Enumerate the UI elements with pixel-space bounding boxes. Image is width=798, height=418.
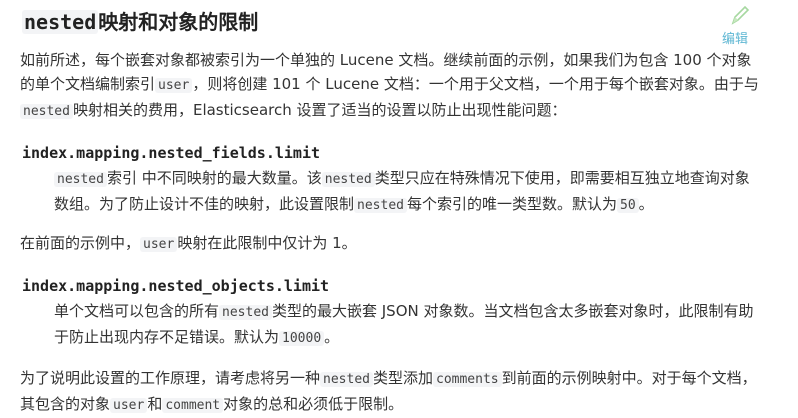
- inline-code: comments: [433, 372, 502, 387]
- text-run: 单个文档可以包含的所有: [54, 302, 220, 320]
- intro-paragraph: 如前所述，每个嵌套对象都被索引为一个单独的 Lucene 文档。继续前面的示例，…: [20, 48, 760, 124]
- text-run: 每个索引的唯一类型数。默认为: [406, 195, 617, 213]
- inline-code: nested: [354, 198, 407, 213]
- setting-description-nested-objects-limit: 单个文档可以包含的所有 nested 类型的最大嵌套 JSON 对象数。当文档包含太…: [54, 299, 760, 351]
- page-title: nested 映射和对象的限制: [22, 6, 258, 35]
- title-code: nested: [22, 10, 99, 34]
- setting-description-nested-fields-limit: nested 索引 中不同映射的最大数量。该 nested 类型只应在特殊情况下使用，…: [54, 166, 760, 218]
- setting-name-nested-objects-limit: index.mapping.nested_objects.limit: [22, 277, 330, 295]
- inline-code: nested: [20, 104, 73, 119]
- text-run: 在前面的示例中，: [20, 234, 141, 252]
- inline-code: nested: [219, 305, 272, 320]
- inline-code: nested: [321, 172, 375, 187]
- setting-name-nested-fields-limit: index.mapping.nested_fields.limit: [22, 144, 321, 162]
- inline-code: 50: [617, 198, 639, 213]
- title-text: 映射和对象的限制: [98, 10, 259, 34]
- inline-code: 10000: [279, 331, 325, 346]
- text-run: 。: [638, 195, 654, 213]
- closing-paragraph: 为了说明此设置的工作原理，请考虑将另一种 nested 类型添加 comments 到前…: [20, 366, 760, 418]
- text-run: 和: [147, 395, 163, 413]
- text-run: 映射在此限制中仅计为 1。: [177, 234, 357, 252]
- text-run: 对象的总和必须低于限制。: [223, 395, 404, 413]
- text-run: 类型添加: [372, 369, 433, 387]
- text-run: 索引 中不同映射的最大数量。该: [106, 169, 322, 187]
- inline-code: user: [140, 237, 178, 252]
- text-run: 映射相关的费用，Elasticsearch 设置了适当的设置以防止出现性能问题：: [72, 101, 567, 119]
- inline-code: nested: [54, 172, 107, 187]
- inline-code: comment: [162, 398, 224, 413]
- text-run: 。: [324, 328, 340, 346]
- edit-link[interactable]: 编辑: [720, 4, 760, 47]
- inline-code: user: [110, 398, 148, 413]
- text-run: 为了说明此设置的工作原理，请考虑将另一种: [20, 369, 321, 387]
- edit-label: 编辑: [722, 32, 749, 47]
- text-run: ，则将创建 101 个 Lucene 文档：一个用于父文档，一个用于每个嵌套对象…: [192, 75, 759, 93]
- inline-code: user: [155, 78, 193, 93]
- inline-code: nested: [320, 372, 373, 387]
- note-paragraph: 在前面的示例中， user 映射在此限制中仅计为 1。: [20, 231, 760, 257]
- pencil-icon: [730, 4, 750, 30]
